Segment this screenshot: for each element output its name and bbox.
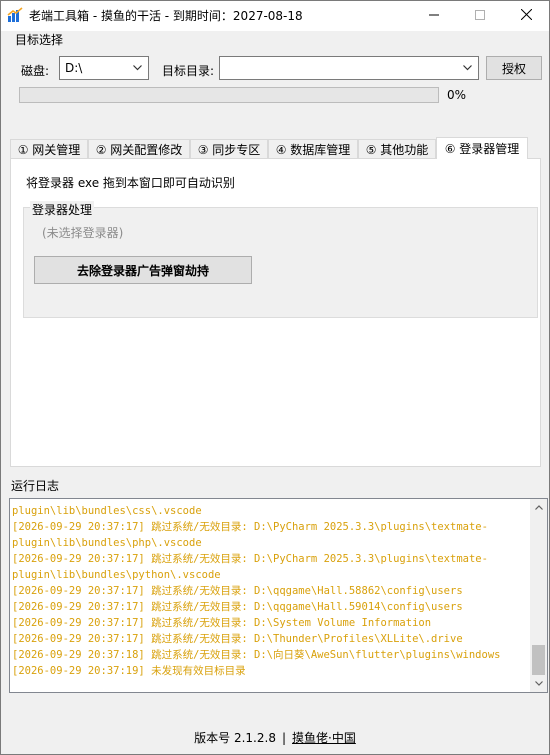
- chevron-down-icon: [128, 57, 146, 79]
- log-line: plugin\lib\bundles\python\.vscode: [12, 569, 221, 581]
- authorize-button[interactable]: 授权: [486, 56, 542, 80]
- close-button[interactable]: [503, 1, 549, 31]
- minimize-icon: [429, 9, 439, 23]
- log-textbox[interactable]: plugin\lib\bundles\css\.vscode [2026-09-2…: [9, 498, 548, 693]
- log-line: [2026-09-29 20:37:17] 跳过系统/无效目录: D:\qqga…: [12, 585, 463, 597]
- remove-ad-hijack-button[interactable]: 去除登录器广告弹窗劫持: [34, 256, 252, 284]
- log-title: 运行日志: [11, 479, 60, 493]
- log-line: [2026-09-29 20:37:17] 跳过系统/无效目录: D:\Syst…: [12, 617, 432, 629]
- scroll-up-icon[interactable]: [530, 499, 547, 516]
- tab-label: ⑤ 其他功能: [365, 143, 429, 157]
- log-lines: plugin\lib\bundles\css\.vscode [2026-09-2…: [12, 503, 530, 679]
- log-line: [2026-09-29 20:37:17] 跳过系统/无效目录: D:\qqga…: [12, 601, 463, 613]
- log-line: plugin\lib\bundles\css\.vscode: [12, 505, 202, 517]
- app-window: 老端工具箱 - 摸鱼的干活 - 到期时间：2027-08-18 目标选择 磁盘:…: [0, 0, 550, 755]
- tab-gateway-config[interactable]: ② 网关配置修改: [88, 139, 190, 159]
- disk-select-value: D:\: [65, 61, 83, 75]
- chevron-down-icon: [458, 57, 476, 79]
- log-line: [2026-09-29 20:37:17] 跳过系统/无效目录: D:\PyCh…: [12, 521, 488, 533]
- title-bar[interactable]: 老端工具箱 - 摸鱼的干活 - 到期时间：2027-08-18: [1, 1, 549, 31]
- version-text: 版本号 2.1.2.8: [194, 731, 276, 745]
- tab-label: ③ 同步专区: [197, 143, 261, 157]
- disk-label: 磁盘:: [21, 64, 50, 78]
- maximize-button[interactable]: [457, 1, 503, 31]
- window-title: 老端工具箱 - 摸鱼的干活 - 到期时间：2027-08-18: [29, 9, 303, 23]
- close-icon: [520, 8, 532, 23]
- log-line: plugin\lib\bundles\php\.vscode: [12, 537, 202, 549]
- log-line: [2026-09-29 20:37:19] 未发现有效目标目录: [12, 665, 246, 677]
- tab-other[interactable]: ⑤ 其他功能: [358, 139, 436, 159]
- tab-label: ② 网关配置修改: [95, 143, 183, 157]
- tab-label: ⑥ 登录器管理: [444, 142, 520, 156]
- target-group-title: 目标选择: [13, 31, 66, 48]
- disk-select[interactable]: D:\: [59, 56, 149, 80]
- log-line: [2026-09-29 20:37:17] 跳过系统/无效目录: D:\Thun…: [12, 633, 463, 645]
- log-scrollbar[interactable]: [530, 499, 547, 692]
- maximize-icon: [475, 9, 485, 23]
- status-footer: 版本号 2.1.2.8 | 摸鱼佬·中国: [1, 713, 549, 754]
- tab-launcher[interactable]: ⑥ 登录器管理: [436, 137, 528, 159]
- scrollbar-thumb[interactable]: [532, 645, 545, 675]
- launcher-group: 登录器处理 (未选择登录器) 去除登录器广告弹窗劫持: [23, 201, 538, 318]
- launcher-group-title: 登录器处理: [30, 201, 95, 218]
- log-line: [2026-09-29 20:37:18] 跳过系统/无效目录: D:\向日葵\…: [12, 649, 501, 661]
- app-logo-icon: [7, 7, 23, 23]
- tab-sync[interactable]: ③ 同步专区: [190, 139, 268, 159]
- scroll-down-icon[interactable]: [530, 675, 547, 692]
- tab-label: ① 网关管理: [17, 143, 81, 157]
- tab-database[interactable]: ④ 数据库管理: [268, 139, 358, 159]
- drag-hint-text: 将登录器 exe 拖到本窗口即可自动识别: [26, 176, 235, 190]
- minimize-button[interactable]: [411, 1, 457, 31]
- log-line: [2026-09-29 20:37:17] 跳过系统/无效目录: D:\PyCh…: [12, 553, 488, 565]
- footer-separator: |: [281, 731, 287, 745]
- progress-text: 0%: [447, 88, 467, 102]
- target-selection-group: 目标选择 磁盘: D:\ 目标目录: 授权 0%: [9, 31, 543, 119]
- launcher-status-text: (未选择登录器): [42, 226, 124, 240]
- target-dir-label: 目标目录:: [162, 64, 215, 78]
- progress-bar: [19, 87, 439, 103]
- launcher-panel: 将登录器 exe 拖到本窗口即可自动识别 登录器处理 (未选择登录器) 去除登录…: [10, 158, 541, 467]
- website-link[interactable]: 摸鱼佬·中国: [292, 731, 356, 745]
- target-dir-select[interactable]: [219, 56, 479, 80]
- tab-gateway[interactable]: ① 网关管理: [10, 139, 88, 159]
- tab-strip: ① 网关管理 ② 网关配置修改 ③ 同步专区 ④ 数据库管理 ⑤ 其他功能 ⑥ …: [10, 137, 541, 159]
- tab-label: ④ 数据库管理: [275, 143, 351, 157]
